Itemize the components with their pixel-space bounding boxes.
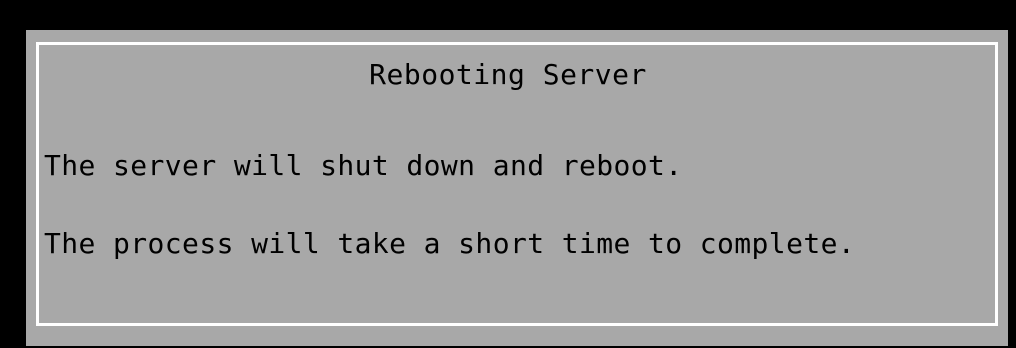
dialog-title: Rebooting Server — [369, 58, 647, 91]
message-line-shutdown: The server will shut down and reboot. — [44, 149, 683, 182]
console-screen: Rebooting Server The server will shut do… — [0, 0, 1016, 348]
message-line-duration: The process will take a short time to co… — [44, 227, 856, 260]
